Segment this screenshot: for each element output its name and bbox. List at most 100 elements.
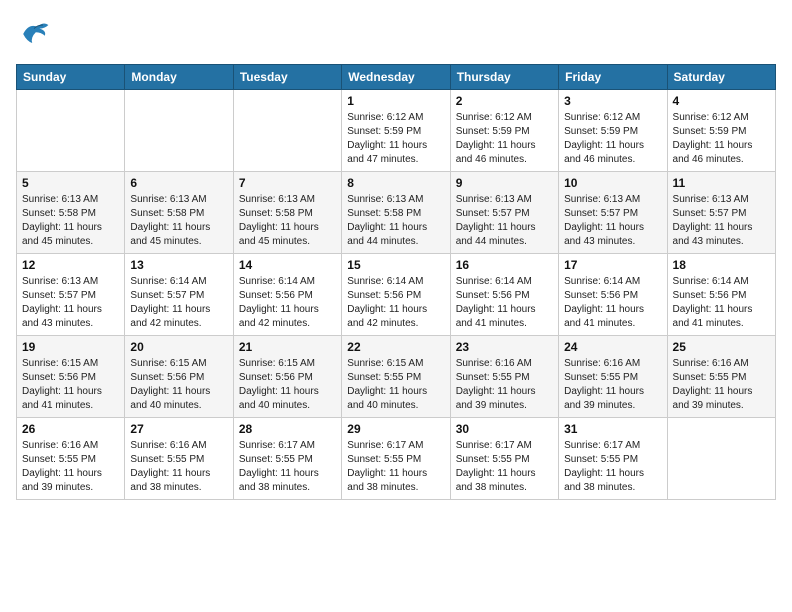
cell-day-number: 2: [456, 94, 553, 108]
weekday-header-sunday: Sunday: [17, 65, 125, 90]
cell-day-number: 18: [673, 258, 770, 272]
calendar-header: SundayMondayTuesdayWednesdayThursdayFrid…: [17, 65, 776, 90]
calendar-cell: 25 Sunrise: 6:16 AM Sunset: 5:55 PM Dayli…: [667, 336, 775, 418]
cell-day-info: Sunrise: 6:14 AM Sunset: 5:56 PM Dayligh…: [456, 275, 553, 331]
cell-day-info: Sunrise: 6:13 AM Sunset: 5:57 PM Dayligh…: [673, 193, 770, 249]
weekday-header-monday: Monday: [125, 65, 233, 90]
cell-day-info: Sunrise: 6:13 AM Sunset: 5:58 PM Dayligh…: [130, 193, 227, 249]
cell-day-info: Sunrise: 6:15 AM Sunset: 5:56 PM Dayligh…: [22, 357, 119, 413]
calendar-cell: 13 Sunrise: 6:14 AM Sunset: 5:57 PM Dayli…: [125, 254, 233, 336]
cell-day-number: 26: [22, 422, 119, 436]
calendar-cell: 9 Sunrise: 6:13 AM Sunset: 5:57 PM Daylig…: [450, 172, 558, 254]
calendar-cell: 24 Sunrise: 6:16 AM Sunset: 5:55 PM Dayli…: [559, 336, 667, 418]
cell-day-info: Sunrise: 6:14 AM Sunset: 5:56 PM Dayligh…: [239, 275, 336, 331]
cell-day-info: Sunrise: 6:14 AM Sunset: 5:57 PM Dayligh…: [130, 275, 227, 331]
calendar-cell: 11 Sunrise: 6:13 AM Sunset: 5:57 PM Dayli…: [667, 172, 775, 254]
calendar-cell: 15Sunrise: 6:14 AM Sunset: 5:56 PM Dayli…: [342, 254, 450, 336]
calendar-cell: 22 Sunrise: 6:15 AM Sunset: 5:55 PM Dayli…: [342, 336, 450, 418]
calendar-cell: 4 Sunrise: 6:12 AM Sunset: 5:59 PM Daylig…: [667, 90, 775, 172]
cell-day-number: 27: [130, 422, 227, 436]
calendar-cell: 12 Sunrise: 6:13 AM Sunset: 5:57 PM Dayli…: [17, 254, 125, 336]
calendar-cell: 16Sunrise: 6:14 AM Sunset: 5:56 PM Dayli…: [450, 254, 558, 336]
calendar-cell: 23 Sunrise: 6:16 AM Sunset: 5:55 PM Dayli…: [450, 336, 558, 418]
weekday-header-saturday: Saturday: [667, 65, 775, 90]
cell-day-number: 20: [130, 340, 227, 354]
calendar-cell: 21 Sunrise: 6:15 AM Sunset: 5:56 PM Dayli…: [233, 336, 341, 418]
cell-day-number: 10: [564, 176, 661, 190]
cell-day-info: Sunrise: 6:17 AM Sunset: 5:55 PM Dayligh…: [564, 439, 661, 495]
cell-day-info: Sunrise: 6:15 AM Sunset: 5:55 PM Dayligh…: [347, 357, 444, 413]
cell-day-info: Sunrise: 6:13 AM Sunset: 5:58 PM Dayligh…: [347, 193, 444, 249]
cell-day-info: Sunrise: 6:12 AM Sunset: 5:59 PM Dayligh…: [673, 111, 770, 167]
cell-day-info: Sunrise: 6:16 AM Sunset: 5:55 PM Dayligh…: [456, 357, 553, 413]
calendar-cell: [125, 90, 233, 172]
cell-day-number: 8: [347, 176, 444, 190]
calendar-cell: 10 Sunrise: 6:13 AM Sunset: 5:57 PM Dayli…: [559, 172, 667, 254]
cell-day-number: 21: [239, 340, 336, 354]
cell-day-info: Sunrise: 6:14 AM Sunset: 5:56 PM Dayligh…: [564, 275, 661, 331]
cell-day-info: Sunrise: 6:12 AM Sunset: 5:59 PM Dayligh…: [347, 111, 444, 167]
calendar-week-0: 1 Sunrise: 6:12 AM Sunset: 5:59 PM Daylig…: [17, 90, 776, 172]
cell-day-info: Sunrise: 6:12 AM Sunset: 5:59 PM Dayligh…: [564, 111, 661, 167]
cell-day-info: Sunrise: 6:15 AM Sunset: 5:56 PM Dayligh…: [130, 357, 227, 413]
cell-day-number: 4: [673, 94, 770, 108]
calendar-cell: 7 Sunrise: 6:13 AM Sunset: 5:58 PM Daylig…: [233, 172, 341, 254]
logo: [16, 16, 58, 52]
calendar-cell: 3 Sunrise: 6:12 AM Sunset: 5:59 PM Daylig…: [559, 90, 667, 172]
cell-day-info: Sunrise: 6:12 AM Sunset: 5:59 PM Dayligh…: [456, 111, 553, 167]
calendar-cell: [667, 418, 775, 500]
calendar-cell: [17, 90, 125, 172]
cell-day-info: Sunrise: 6:15 AM Sunset: 5:56 PM Dayligh…: [239, 357, 336, 413]
calendar-cell: 2 Sunrise: 6:12 AM Sunset: 5:59 PM Daylig…: [450, 90, 558, 172]
calendar-cell: 18 Sunrise: 6:14 AM Sunset: 5:56 PM Dayli…: [667, 254, 775, 336]
cell-day-info: Sunrise: 6:16 AM Sunset: 5:55 PM Dayligh…: [673, 357, 770, 413]
cell-day-number: 1: [347, 94, 444, 108]
calendar-cell: 8 Sunrise: 6:13 AM Sunset: 5:58 PM Daylig…: [342, 172, 450, 254]
calendar-cell: 27Sunrise: 6:16 AM Sunset: 5:55 PM Dayli…: [125, 418, 233, 500]
cell-day-number: 24: [564, 340, 661, 354]
cell-day-number: 7: [239, 176, 336, 190]
calendar-cell: 19 Sunrise: 6:15 AM Sunset: 5:56 PM Dayli…: [17, 336, 125, 418]
cell-day-info: Sunrise: 6:13 AM Sunset: 5:57 PM Dayligh…: [564, 193, 661, 249]
calendar-cell: 26 Sunrise: 6:16 AM Sunset: 5:55 PM Dayli…: [17, 418, 125, 500]
calendar-cell: 5Sunrise: 6:13 AM Sunset: 5:58 PM Daylig…: [17, 172, 125, 254]
cell-day-number: 9: [456, 176, 553, 190]
cell-day-info: Sunrise: 6:13 AM Sunset: 5:58 PM Dayligh…: [239, 193, 336, 249]
cell-day-info: Sunrise: 6:16 AM Sunset: 5:55 PM Dayligh…: [564, 357, 661, 413]
cell-day-number: 25: [673, 340, 770, 354]
cell-day-info: Sunrise: 6:16 AM Sunset: 5:55 PM Dayligh…: [22, 439, 119, 495]
weekday-header-tuesday: Tuesday: [233, 65, 341, 90]
weekday-row: SundayMondayTuesdayWednesdayThursdayFrid…: [17, 65, 776, 90]
cell-day-number: 15: [347, 258, 444, 272]
calendar-cell: 28 Sunrise: 6:17 AM Sunset: 5:55 PM Dayli…: [233, 418, 341, 500]
calendar-cell: 1 Sunrise: 6:12 AM Sunset: 5:59 PM Daylig…: [342, 90, 450, 172]
cell-day-info: Sunrise: 6:14 AM Sunset: 5:56 PM Dayligh…: [673, 275, 770, 331]
cell-day-info: Sunrise: 6:13 AM Sunset: 5:57 PM Dayligh…: [456, 193, 553, 249]
cell-day-number: 29: [347, 422, 444, 436]
cell-day-number: 14: [239, 258, 336, 272]
cell-day-number: 12: [22, 258, 119, 272]
cell-day-info: Sunrise: 6:13 AM Sunset: 5:57 PM Dayligh…: [22, 275, 119, 331]
calendar-cell: 17Sunrise: 6:14 AM Sunset: 5:56 PM Dayli…: [559, 254, 667, 336]
calendar-cell: 14 Sunrise: 6:14 AM Sunset: 5:56 PM Dayli…: [233, 254, 341, 336]
calendar-cell: 29Sunrise: 6:17 AM Sunset: 5:55 PM Dayli…: [342, 418, 450, 500]
calendar-body: 1 Sunrise: 6:12 AM Sunset: 5:59 PM Daylig…: [17, 90, 776, 500]
cell-day-number: 28: [239, 422, 336, 436]
cell-day-number: 23: [456, 340, 553, 354]
calendar-week-4: 26 Sunrise: 6:16 AM Sunset: 5:55 PM Dayli…: [17, 418, 776, 500]
cell-day-number: 22: [347, 340, 444, 354]
cell-day-number: 3: [564, 94, 661, 108]
cell-day-number: 13: [130, 258, 227, 272]
calendar-cell: [233, 90, 341, 172]
cell-day-number: 19: [22, 340, 119, 354]
cell-day-info: Sunrise: 6:13 AM Sunset: 5:58 PM Dayligh…: [22, 193, 119, 249]
cell-day-number: 11: [673, 176, 770, 190]
cell-day-number: 30: [456, 422, 553, 436]
logo-bird-icon: [16, 16, 52, 52]
cell-day-info: Sunrise: 6:17 AM Sunset: 5:55 PM Dayligh…: [239, 439, 336, 495]
cell-day-number: 31: [564, 422, 661, 436]
calendar-cell: 31 Sunrise: 6:17 AM Sunset: 5:55 PM Dayli…: [559, 418, 667, 500]
calendar-cell: 6Sunrise: 6:13 AM Sunset: 5:58 PM Daylig…: [125, 172, 233, 254]
weekday-header-wednesday: Wednesday: [342, 65, 450, 90]
cell-day-info: Sunrise: 6:17 AM Sunset: 5:55 PM Dayligh…: [456, 439, 553, 495]
